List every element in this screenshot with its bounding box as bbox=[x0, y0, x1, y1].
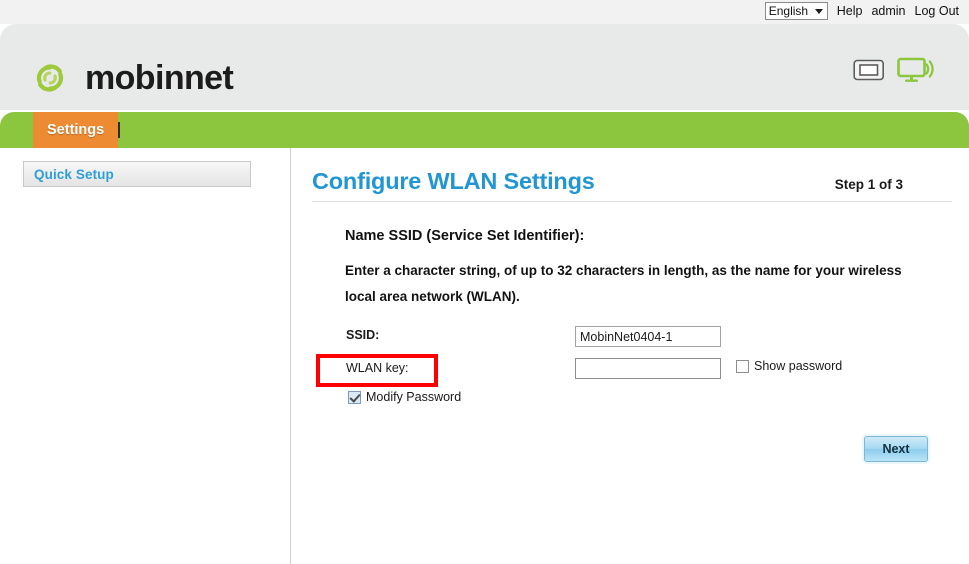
nav-separator bbox=[118, 122, 120, 138]
modify-password-checkbox-row[interactable]: Modify Password bbox=[348, 390, 461, 404]
mobinnet-swirl-icon bbox=[36, 64, 64, 92]
main-content: Configure WLAN Settings Step 1 of 3 Name… bbox=[292, 148, 969, 564]
wireless-display-icon[interactable] bbox=[897, 57, 935, 83]
show-password-checkbox-row[interactable]: Show password bbox=[736, 359, 842, 373]
brand-logo: mobinnet bbox=[28, 56, 234, 100]
sim-card-icon[interactable] bbox=[853, 58, 885, 82]
main-navigation-bar: Settings bbox=[0, 112, 969, 148]
modify-password-checkbox[interactable] bbox=[348, 390, 361, 404]
wlan-key-input[interactable] bbox=[575, 358, 721, 379]
language-selector-wrapper: English bbox=[764, 2, 828, 20]
admin-user-link[interactable]: admin bbox=[871, 4, 905, 18]
top-utility-bar: English Help admin Log Out bbox=[0, 0, 969, 24]
wlan-settings-form: SSID: WLAN key: Show password Modify Pas… bbox=[292, 148, 969, 564]
show-password-checkbox[interactable] bbox=[736, 359, 749, 373]
next-button[interactable]: Next bbox=[864, 436, 928, 462]
tab-settings[interactable]: Settings bbox=[33, 112, 119, 148]
top-utility-bar-items: English Help admin Log Out bbox=[764, 2, 959, 20]
log-out-link[interactable]: Log Out bbox=[915, 4, 959, 18]
modify-password-label: Modify Password bbox=[366, 390, 462, 404]
sidebar-item-quick-setup[interactable]: Quick Setup bbox=[23, 161, 251, 187]
ssid-input[interactable] bbox=[575, 326, 721, 347]
brand-name: mobinnet bbox=[85, 59, 234, 97]
show-password-label: Show password bbox=[754, 359, 843, 373]
header-status-icons bbox=[853, 57, 935, 83]
language-selector[interactable]: English bbox=[764, 2, 828, 20]
help-link[interactable]: Help bbox=[837, 4, 863, 18]
page-header: mobinnet bbox=[0, 24, 969, 110]
wlan-key-label: WLAN key: bbox=[346, 361, 409, 375]
ssid-label: SSID: bbox=[346, 328, 380, 342]
sidebar: Quick Setup bbox=[0, 148, 291, 564]
sidebar-item-label: Quick Setup bbox=[34, 166, 114, 182]
